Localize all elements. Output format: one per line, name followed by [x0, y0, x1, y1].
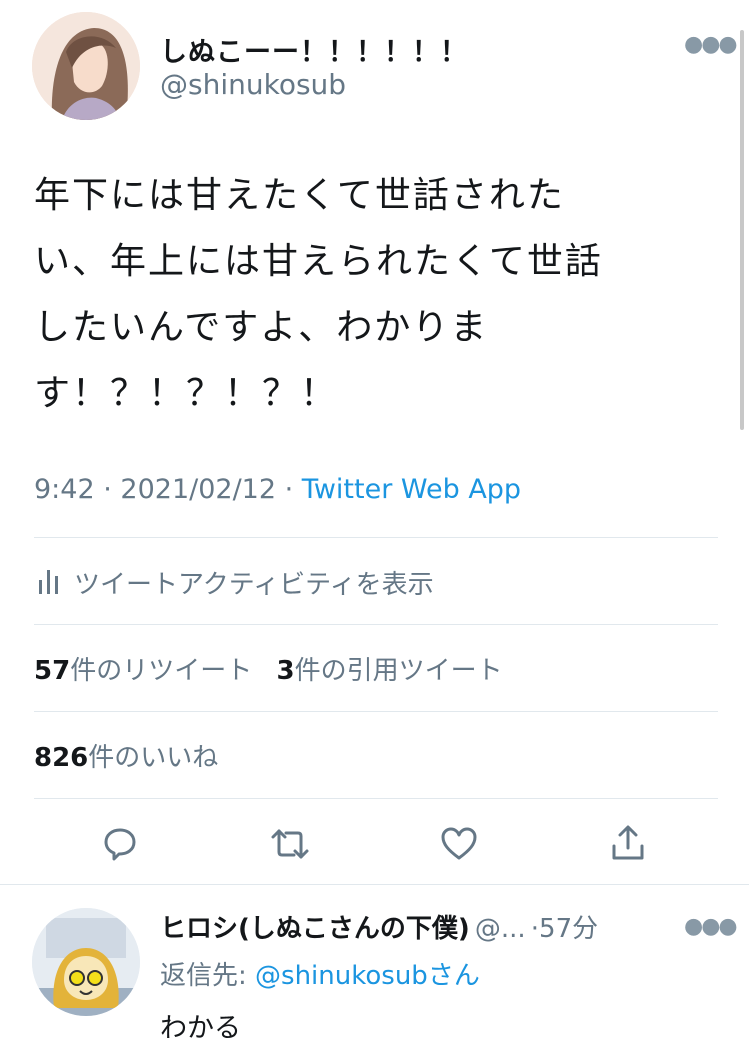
analytics-icon	[38, 568, 60, 598]
reply-more-icon[interactable]: ●●●	[684, 914, 738, 939]
divider	[34, 798, 718, 799]
tweet-time[interactable]: 9:42	[34, 474, 95, 505]
reply-display-name[interactable]: ヒロシ(しぬこさんの下僕)	[160, 914, 470, 944]
reply-author-avatar[interactable]	[32, 908, 140, 1016]
reply-handle[interactable]: @...	[475, 914, 526, 944]
divider	[34, 624, 718, 625]
reply-to-prefix: 返信先:	[160, 961, 256, 991]
quote-label: 件の引用ツイート	[294, 656, 503, 686]
reply-text: わかる	[160, 1013, 241, 1044]
meta-separator: ·	[103, 474, 121, 505]
author-handle[interactable]: @shinukosub	[160, 68, 346, 101]
heart-icon[interactable]	[440, 826, 478, 862]
meta-separator: ·	[530, 914, 540, 944]
retweet-count-link[interactable]: 57件のリツイート	[34, 656, 252, 686]
retweet-icon[interactable]	[270, 826, 310, 862]
tweet-text-line-4: す！？！？！？！	[34, 373, 339, 414]
share-icon[interactable]	[610, 824, 646, 862]
tweet-text-line-2: い、年上には甘えられたくて世話	[34, 241, 603, 282]
retweet-label: 件のリツイート	[70, 656, 253, 686]
scrollbar[interactable]	[740, 30, 744, 430]
author-avatar[interactable]	[32, 12, 140, 120]
tweet-source-link[interactable]: Twitter Web App	[302, 474, 521, 505]
quote-count-link[interactable]: 3件の引用ツイート	[276, 656, 502, 686]
tweet-text-line-1: 年下には甘えたくて世話された	[34, 175, 565, 216]
like-label: 件のいいね	[88, 743, 219, 773]
tweet-date[interactable]: 2021/02/12	[120, 474, 276, 505]
author-display-name[interactable]: しぬこーー！！！！！！	[160, 30, 468, 69]
more-icon[interactable]: ●●●	[684, 32, 738, 57]
reply-time[interactable]: 57分	[539, 914, 598, 944]
like-stats-row[interactable]: 826件のいいね	[34, 737, 218, 774]
divider	[34, 537, 718, 538]
reply-icon[interactable]	[102, 826, 138, 862]
reply-to-suffix: さん	[427, 961, 480, 991]
tweet-meta: 9:42 · 2021/02/12 · Twitter Web App	[34, 474, 521, 505]
quote-count: 3	[276, 656, 295, 686]
tweet-text-line-3: したいんですよ、わかりま	[34, 307, 489, 348]
activity-label: ツイートアクティビティを表示	[74, 570, 434, 600]
reply-to-handle-link[interactable]: @shinukosub	[255, 961, 428, 991]
tweet-activity-link[interactable]: ツイートアクティビティを表示	[34, 562, 718, 600]
like-count: 826	[34, 743, 89, 773]
divider	[34, 711, 718, 712]
reply-header: ヒロシ(しぬこさんの下僕) @... ·57分	[160, 908, 740, 945]
meta-separator: ·	[284, 474, 302, 505]
divider	[0, 884, 749, 885]
retweet-count: 57	[34, 656, 71, 686]
reply-to-line: 返信先: @shinukosubさん	[160, 955, 480, 992]
retweet-stats-row: 57件のリツイート 3件の引用ツイート	[34, 650, 503, 687]
